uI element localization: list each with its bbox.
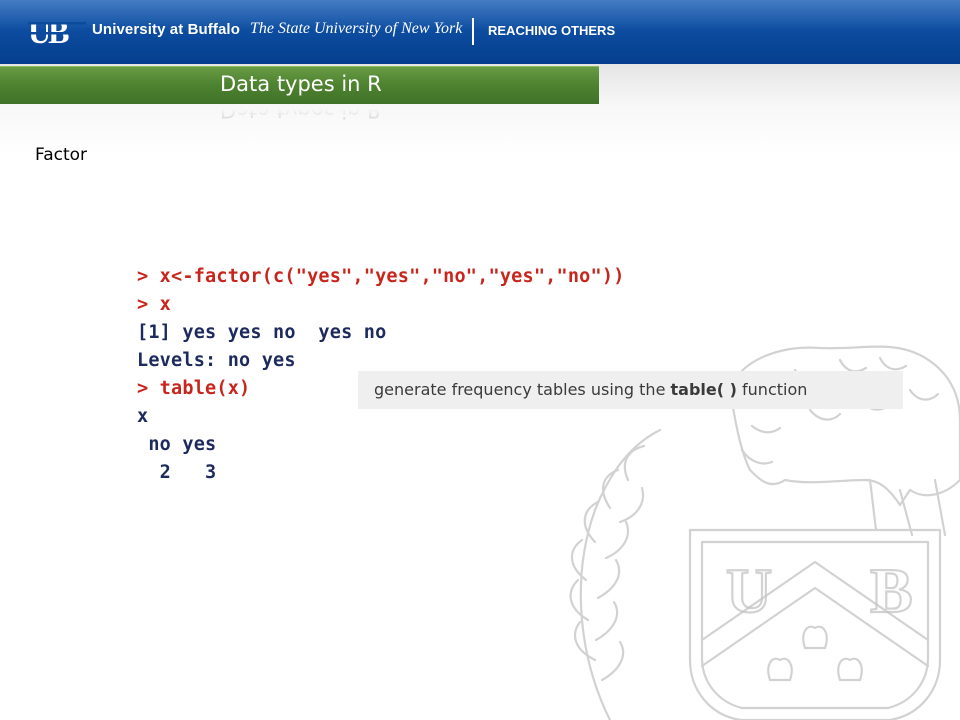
banner-divider — [472, 18, 474, 45]
callout-suffix: function — [736, 380, 808, 399]
university-name: University at Buffalo — [92, 21, 240, 38]
bison-legs — [868, 478, 947, 537]
console-line: no yes — [137, 434, 217, 455]
slide-title-reflection: Data types in R — [220, 98, 382, 122]
console-line: [1] yes yes no yes no — [137, 322, 387, 343]
callout-box: generate frequency tables using the tabl… — [358, 371, 903, 409]
console-line: 2 3 — [137, 462, 217, 483]
console-line: > x<-factor(c("yes","yes","no","yes","no… — [137, 266, 625, 287]
ub-logo-icon: UB — [28, 15, 86, 49]
crest-letter-u: U — [726, 555, 772, 626]
section-label: Factor — [35, 145, 88, 165]
university-banner: UB University at Buffalo The State Unive… — [0, 0, 960, 64]
slide-title: Data types in R — [220, 72, 382, 96]
tagline: REACHING OTHERS — [488, 23, 616, 38]
callout-function-name: table( ) — [670, 380, 737, 399]
callout-text: generate frequency tables using the — [374, 380, 671, 399]
crest-letter-b: B — [870, 555, 913, 626]
console-line: > x — [137, 294, 172, 315]
crest-tulips — [767, 625, 863, 682]
suny-name: The State University of New York — [250, 20, 463, 37]
